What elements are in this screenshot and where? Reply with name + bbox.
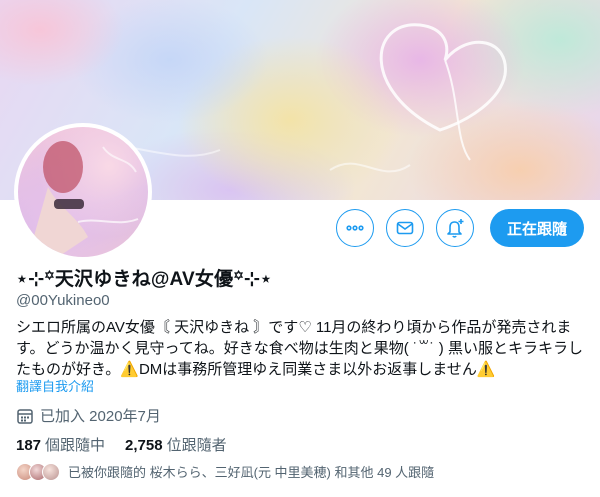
followers-count: 2,758 <box>125 437 163 454</box>
joined-date: 已加入 2020年7月 <box>16 405 161 426</box>
followers-label: 位跟隨者 <box>166 437 227 454</box>
name-prefix-decoration: ⋆⊹꙳ <box>16 269 55 290</box>
message-button[interactable] <box>385 209 424 247</box>
follow-stats: 187 個跟隨中 2,758 位跟隨者 <box>16 434 247 455</box>
avatar <box>42 462 60 481</box>
profile-actions: 正在跟隨 <box>335 209 584 247</box>
profile-bio: シエロ所属のAV女優〘 天沢ゆきね 〙です♡ 11月の終わり頃から作品が発売され… <box>16 317 588 380</box>
followed-by-row[interactable]: 已被你跟隨的 桜木らら、三好凪(元 中里美穂) 和其他 49 人跟隨 <box>16 462 434 481</box>
followed-by-avatars <box>16 462 60 481</box>
followed-by-text: 已被你跟隨的 桜木らら、三好凪(元 中里美穂) 和其他 49 人跟隨 <box>68 465 435 480</box>
calendar-icon <box>17 408 33 424</box>
notifications-button[interactable] <box>435 209 474 247</box>
more-icon <box>346 225 364 231</box>
display-name-text: 天沢ゆきね@AV女優 <box>54 269 234 290</box>
following-button[interactable]: 正在跟隨 <box>489 209 584 247</box>
translate-bio-link[interactable]: 翻譯自我介紹 <box>16 376 94 395</box>
profile-avatar[interactable] <box>14 123 152 261</box>
following-stat[interactable]: 187 個跟隨中 <box>16 434 105 455</box>
followers-stat[interactable]: 2,758 位跟隨者 <box>125 434 227 455</box>
avatar-figure <box>28 141 139 257</box>
following-count: 187 <box>16 437 42 454</box>
bio-text-dm: DMは事務所管理ゆえ同業さま以外お返事しません <box>138 361 477 378</box>
warning-icon: ⚠️ <box>476 361 496 378</box>
name-suffix-decoration: ꙳⊹⋆ <box>233 269 273 290</box>
envelope-icon <box>396 221 414 235</box>
user-handle: @00Yukineo0 <box>16 292 110 309</box>
following-label: 個跟隨中 <box>45 437 106 454</box>
joined-text: 已加入 2020年7月 <box>40 408 161 425</box>
more-button[interactable] <box>335 209 374 247</box>
display-name: ⋆⊹꙳天沢ゆきね@AV女優꙳⊹⋆ <box>16 264 272 291</box>
warning-icon: ⚠️ <box>120 361 139 378</box>
bell-plus-icon <box>447 219 464 238</box>
